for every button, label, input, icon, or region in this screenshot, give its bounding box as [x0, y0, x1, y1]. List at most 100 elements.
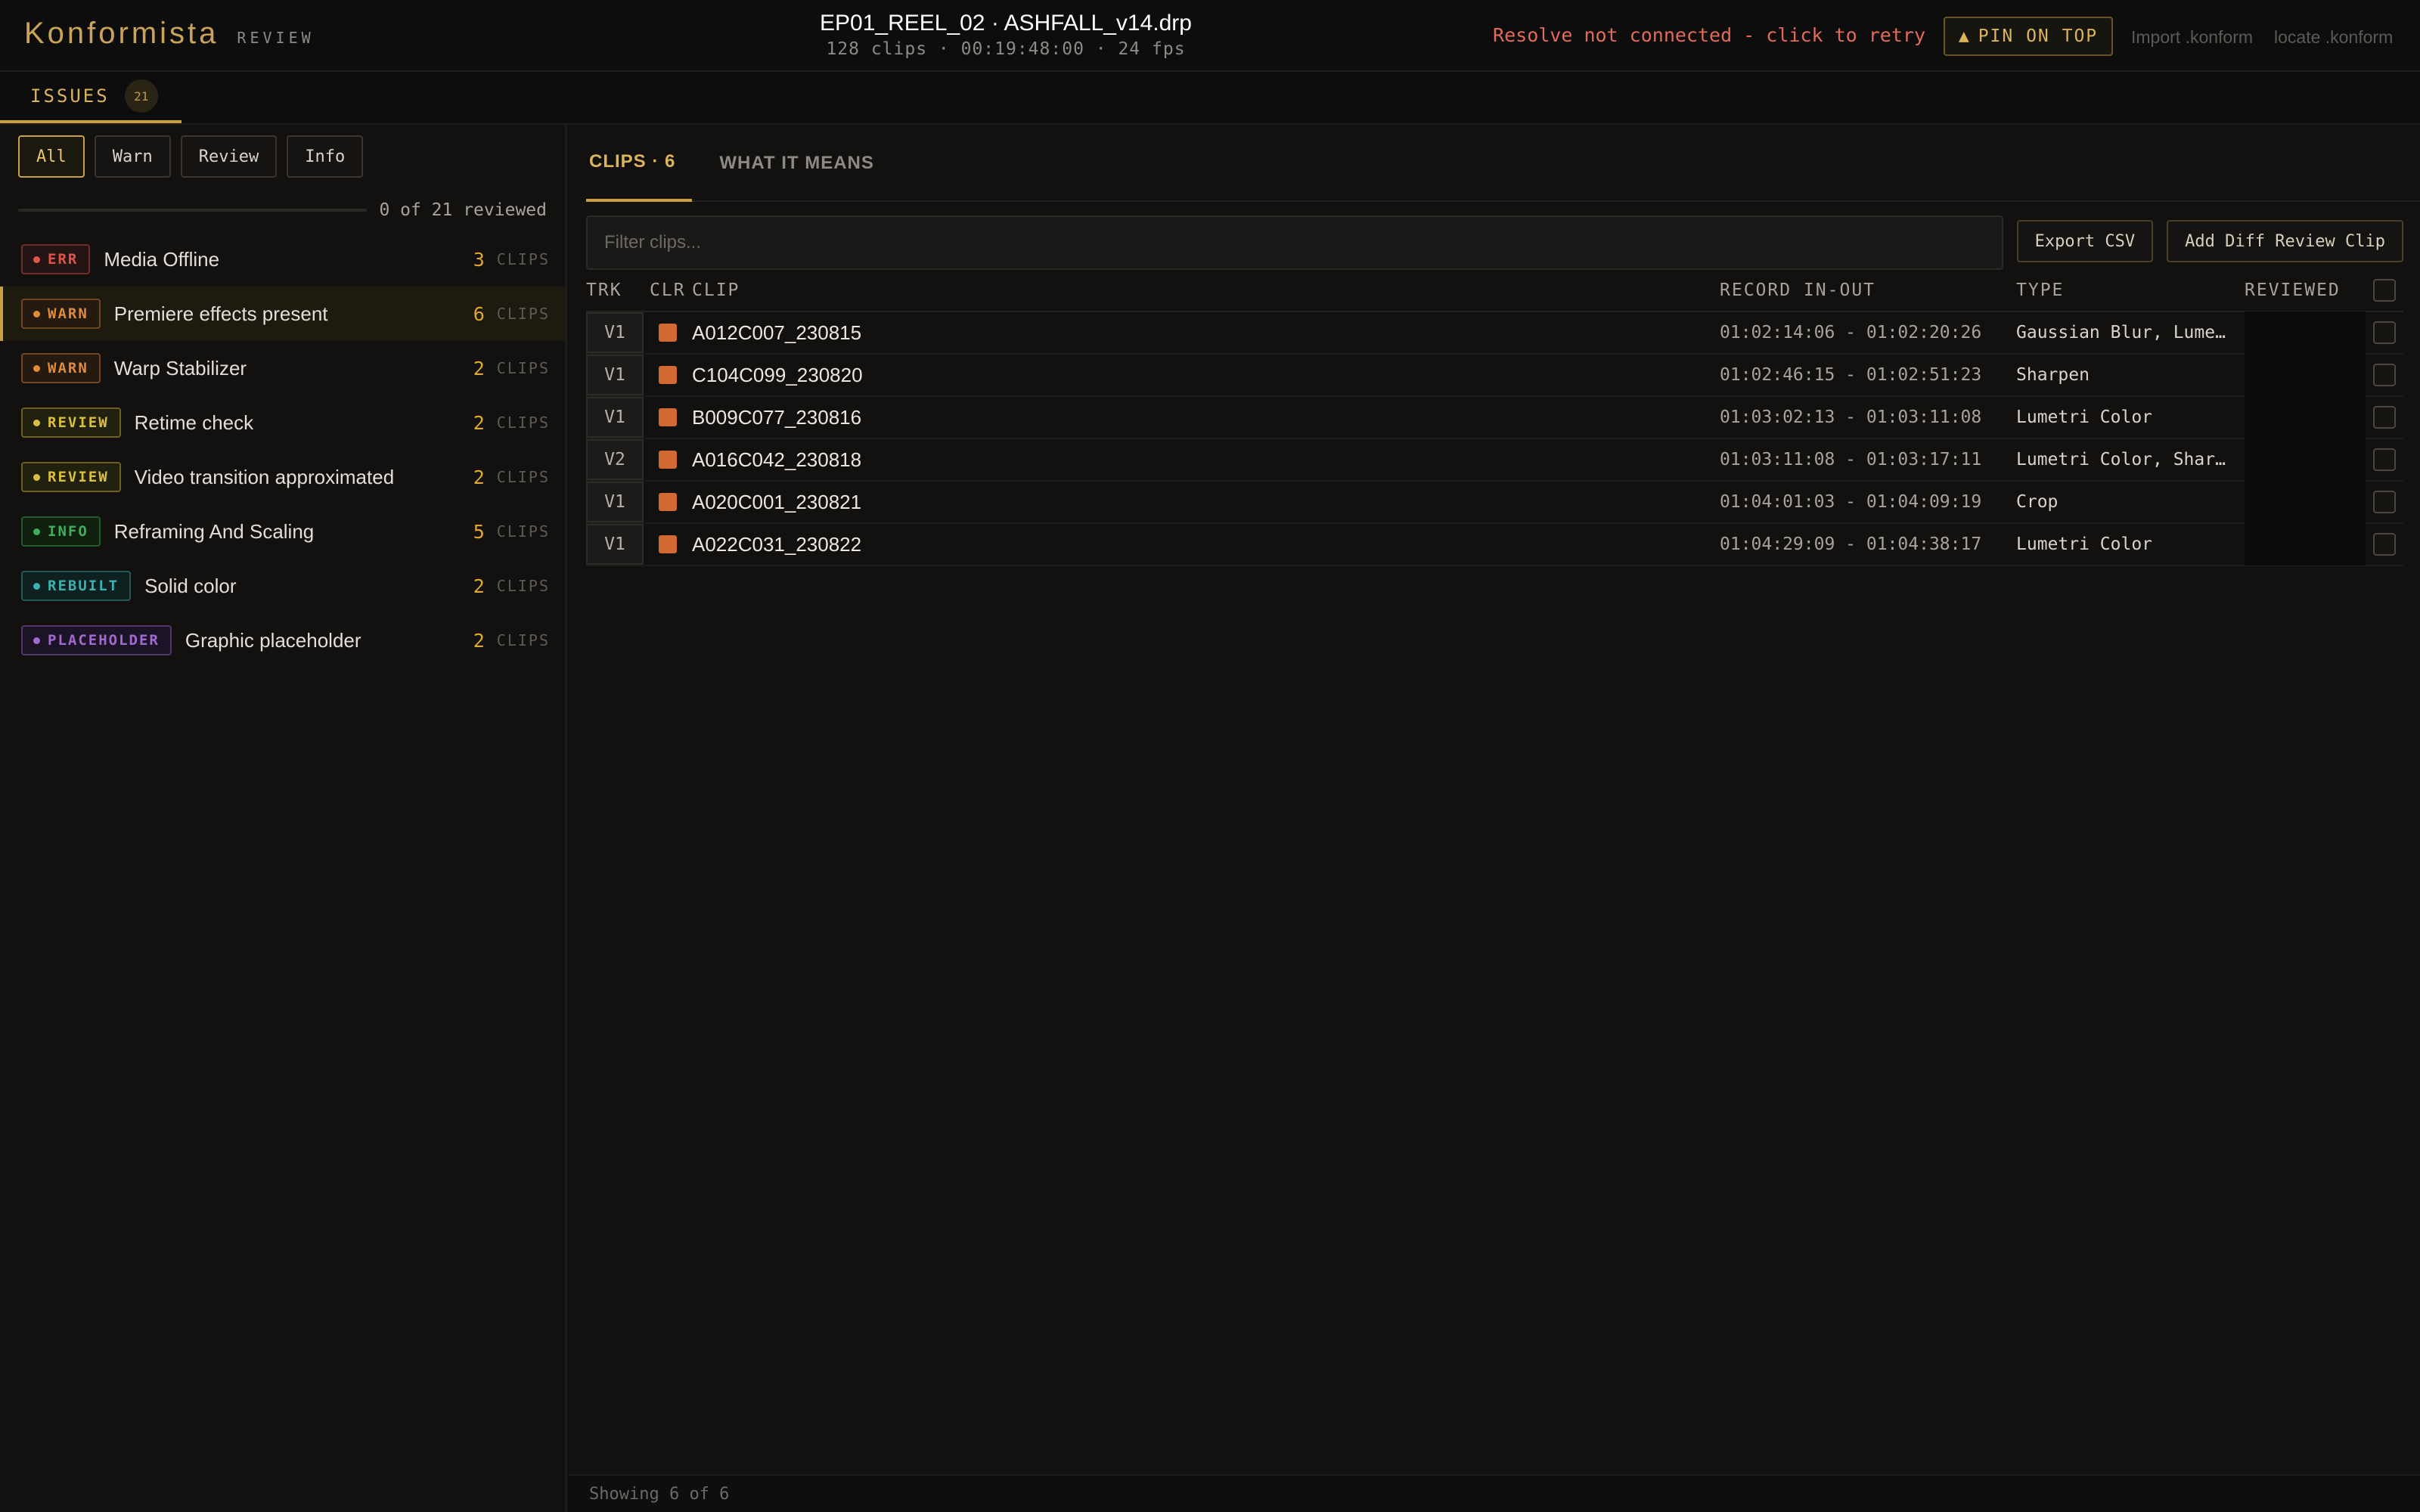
status-dot-icon — [33, 637, 40, 644]
issue-row[interactable]: PLACEHOLDER Graphic placeholder 2 CLIPS — [0, 613, 565, 668]
tab-issues[interactable]: ISSUES 21 — [0, 72, 182, 123]
main-tabs: CLIPS · 6 WHAT IT MEANS — [586, 125, 2420, 202]
filter-warn-button[interactable]: Warn — [94, 135, 171, 178]
table-footer: Showing 6 of 6 — [569, 1474, 2420, 1512]
locate-konform-link[interactable]: locate .konform — [2274, 27, 2393, 48]
resolve-status-link[interactable]: Resolve not connected - click to retry — [1493, 24, 1925, 46]
checkbox-cell — [2366, 533, 2403, 556]
table-row[interactable]: V1 C104C099_230820 01:02:46:15 - 01:02:51:… — [586, 354, 2403, 397]
row-checkbox[interactable] — [2373, 364, 2396, 386]
track-label: V1 — [586, 312, 644, 353]
clip-color-swatch — [659, 493, 677, 511]
severity-badge: ERR — [21, 244, 91, 274]
file-meta: 128 clips · 00:19:48:00 · 24 fps — [826, 39, 1186, 59]
reviewed-cell[interactable] — [2245, 523, 2366, 565]
issue-row[interactable]: WARN Warp Stabilizer 2 CLIPS — [0, 341, 565, 395]
export-csv-button[interactable]: Export CSV — [2016, 220, 2154, 262]
header-reviewed[interactable]: REVIEWED — [2245, 280, 2366, 300]
issue-clip-unit: CLIPS — [496, 250, 550, 268]
severity-label: REVIEW — [48, 414, 109, 431]
header-record[interactable]: RECORD IN-OUT — [1720, 280, 2016, 300]
header-clr[interactable]: CLR — [650, 280, 692, 300]
reviewed-cell[interactable] — [2245, 481, 2366, 523]
issue-clip-unit: CLIPS — [496, 577, 550, 595]
filter-clips-input[interactable] — [586, 215, 2003, 270]
row-checkbox[interactable] — [2373, 448, 2396, 471]
pin-on-top-button[interactable]: ▲ PIN ON TOP — [1944, 17, 2113, 56]
file-title: EP01_REEL_02 · ASHFALL_v14.drp — [820, 11, 1192, 36]
row-checkbox[interactable] — [2373, 533, 2396, 556]
record-in-out: 01:04:01:03 - 01:04:09:19 — [1720, 492, 1982, 512]
clip-color-swatch — [659, 408, 677, 426]
row-checkbox[interactable] — [2373, 406, 2396, 429]
issue-row[interactable]: REBUILT Solid color 2 CLIPS — [0, 559, 565, 613]
header-type[interactable]: TYPE — [2016, 280, 2245, 300]
issue-clip-unit: CLIPS — [496, 522, 550, 541]
issue-title: Premiere effects present — [113, 302, 328, 325]
record-in-out: 01:02:14:06 - 01:02:20:26 — [1720, 323, 1982, 342]
issue-row[interactable]: ERR Media Offline 3 CLIPS — [0, 232, 565, 287]
clip-name: C104C099_230820 — [692, 363, 863, 386]
record-in-out: 01:04:29:09 - 01:04:38:17 — [1720, 534, 1982, 554]
track-cell: V1 — [586, 524, 650, 565]
tab-clips[interactable]: CLIPS · 6 — [586, 125, 693, 202]
clip-color-swatch — [659, 535, 677, 553]
severity-label: REBUILT — [48, 578, 119, 594]
effect-type: Crop — [2016, 492, 2059, 512]
severity-badge: WARN — [21, 299, 101, 329]
reviewed-cell[interactable] — [2245, 354, 2366, 396]
filter-info-button[interactable]: Info — [287, 135, 364, 178]
record-in-out: 01:03:02:13 - 01:03:11:08 — [1720, 407, 1982, 427]
table-row[interactable]: V1 A012C007_230815 01:02:14:06 - 01:02:20:… — [586, 311, 2403, 355]
reviewed-cell[interactable] — [2245, 311, 2366, 354]
severity-badge: WARN — [21, 353, 101, 383]
issue-row[interactable]: REVIEW Video transition approximated 2 CLIP… — [0, 450, 565, 504]
track-label: V2 — [586, 439, 644, 480]
severity-badge: INFO — [21, 516, 101, 547]
color-cell — [650, 493, 692, 511]
clip-name: A012C007_230815 — [692, 321, 862, 344]
clip-color-swatch — [659, 366, 677, 384]
issue-clip-unit: CLIPS — [496, 631, 550, 649]
issue-row[interactable]: INFO Reframing And Scaling 5 CLIPS — [0, 504, 565, 559]
effect-type: Lumetri Color — [2016, 407, 2153, 427]
brand-subtitle: REVIEW — [237, 29, 315, 47]
table-row[interactable]: V1 B009C077_230816 01:03:02:13 - 01:03:11:… — [586, 396, 2403, 439]
header-clip[interactable]: CLIP — [692, 280, 1720, 300]
issue-clip-count: 5 — [473, 520, 485, 543]
effect-type: Sharpen — [2016, 365, 2090, 385]
track-label: V1 — [586, 524, 644, 565]
issue-row[interactable]: WARN Premiere effects present 6 CLIPS — [0, 287, 565, 341]
severity-label: INFO — [48, 523, 88, 540]
table-header: TRK CLR CLIP RECORD IN-OUT TYPE REVIEWED — [586, 270, 2403, 312]
row-checkbox[interactable] — [2373, 491, 2396, 513]
filter-all-button[interactable]: All — [18, 135, 85, 178]
reviewed-cell[interactable] — [2245, 396, 2366, 438]
color-cell — [650, 408, 692, 426]
clip-name: A022C031_230822 — [692, 532, 862, 556]
progress-bar — [18, 209, 368, 212]
issue-title: Media Offline — [104, 247, 220, 271]
row-checkbox[interactable] — [2373, 321, 2396, 344]
table-row[interactable]: V1 A022C031_230822 01:04:29:09 - 01:04:38:… — [586, 523, 2403, 566]
showing-count: Showing 6 of 6 — [589, 1484, 730, 1504]
tab-what-it-means[interactable]: WHAT IT MEANS — [718, 125, 876, 202]
import-konform-link[interactable]: Import .konform — [2131, 27, 2253, 48]
issue-title: Solid color — [144, 574, 237, 597]
table-row[interactable]: V2 A016C042_230818 01:03:11:08 - 01:03:17:… — [586, 438, 2403, 482]
brand: Konformista REVIEW — [24, 17, 315, 51]
issue-row[interactable]: REVIEW Retime check 2 CLIPS — [0, 395, 565, 450]
main-panel: CLIPS · 6 WHAT IT MEANS Export CSV Add Di… — [569, 125, 2420, 1512]
select-all-checkbox[interactable] — [2373, 279, 2396, 302]
table-row[interactable]: V1 A020C001_230821 01:04:01:03 - 01:04:09:… — [586, 481, 2403, 524]
status-dot-icon — [33, 256, 40, 263]
effect-type: Gaussian Blur, Lumetri Color — [2016, 323, 2245, 342]
issues-tab-bar: ISSUES 21 — [0, 72, 2420, 125]
header-trk[interactable]: TRK — [586, 280, 650, 300]
color-cell — [650, 451, 692, 469]
clip-color-swatch — [659, 451, 677, 469]
top-bar: Konformista REVIEW EP01_REEL_02 · ASHFAL… — [0, 0, 2420, 72]
add-diff-review-clip-button[interactable]: Add Diff Review Clip — [2167, 220, 2403, 262]
filter-review-button[interactable]: Review — [180, 135, 278, 178]
reviewed-cell[interactable] — [2245, 438, 2366, 481]
